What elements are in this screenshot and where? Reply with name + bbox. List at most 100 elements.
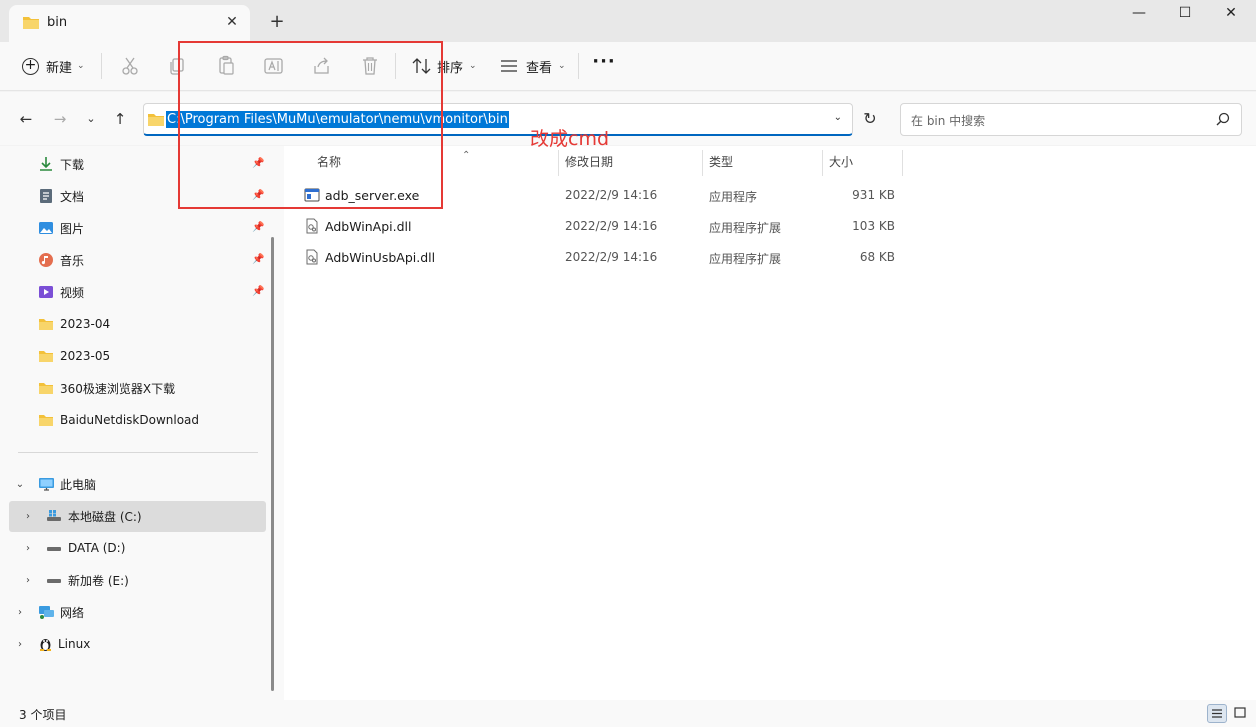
document-icon (40, 189, 52, 203)
sidebar-item-label: BaiduNetdiskDownload (60, 413, 200, 427)
drive-icon (47, 510, 61, 521)
tree-item-label: DATA (D:) (68, 541, 126, 555)
file-name: AdbWinApi.dll (325, 219, 412, 234)
tree-item-this-pc[interactable]: ⌄ 此电脑 (14, 469, 96, 499)
column-header-type[interactable]: 类型 (709, 152, 733, 182)
chevron-right-icon[interactable]: › (14, 639, 26, 650)
sidebar-item-label: 下载 (60, 157, 85, 172)
search-icon (1216, 112, 1230, 126)
sidebar-item-label: 音乐 (60, 253, 85, 268)
recent-locations-chevron-icon[interactable]: ⌄ (81, 109, 101, 129)
column-divider[interactable] (702, 150, 703, 176)
plus-circle-icon: + (22, 57, 39, 75)
sidebar-item-folder-baidu[interactable]: BaiduNetdiskDownload (38, 409, 199, 431)
tree-item-label: Linux (58, 637, 91, 651)
sidebar-item-label: 文档 (60, 189, 85, 204)
more-options-icon[interactable]: ··· (592, 53, 616, 78)
pictures-icon (39, 222, 53, 234)
sidebar-item-label: 360极速浏览器X下载 (60, 381, 176, 396)
sidebar-item-downloads[interactable]: 下载 (38, 153, 84, 175)
title-bar: bin ✕ + — ☐ ✕ (0, 0, 1256, 42)
column-header-label: 类型 (709, 155, 734, 169)
file-row[interactable]: AdbWinUsbApi.dll 2022/2/9 14:16 应用程序扩展 6… (284, 243, 1256, 274)
tiles-view-button[interactable] (1231, 704, 1251, 723)
folder-icon (39, 319, 53, 330)
address-dropdown-icon[interactable]: ⌄ (834, 112, 842, 123)
file-modified: 2022/2/9 14:16 (565, 219, 658, 233)
tree-item-linux[interactable]: › Linux (14, 629, 90, 659)
details-view-button[interactable] (1207, 704, 1227, 723)
search-box[interactable]: 在 bin 中搜索 (900, 103, 1242, 136)
sidebar-item-music[interactable]: 音乐 (38, 249, 84, 271)
annotation-text: 改成cmd (530, 128, 610, 150)
chevron-down-icon[interactable]: ⌄ (14, 479, 26, 490)
dll-icon (306, 218, 318, 234)
chevron-right-icon[interactable]: › (22, 575, 34, 586)
sidebar-scrollbar[interactable] (271, 237, 274, 691)
pin-icon[interactable]: 📌 (252, 222, 264, 234)
file-size: 103 KB (852, 219, 895, 233)
tab-title: bin (47, 15, 68, 30)
back-arrow-icon[interactable]: ← (16, 109, 36, 129)
sidebar-item-folder-360-downloads[interactable]: 360极速浏览器X下载 (38, 377, 175, 399)
tree-item-label: 新加卷 (E:) (68, 573, 129, 588)
sidebar-item-videos[interactable]: 视频 (38, 281, 84, 303)
close-window-button[interactable]: ✕ (1208, 0, 1254, 28)
column-header-label: 修改日期 (565, 155, 614, 169)
tab-bin[interactable]: bin ✕ (9, 5, 250, 42)
sidebar-item-label: 图片 (60, 221, 85, 236)
sidebar-item-documents[interactable]: 文档 (38, 185, 84, 207)
cut-icon[interactable] (118, 55, 142, 77)
file-row[interactable]: AdbWinApi.dll 2022/2/9 14:16 应用程序扩展 103 … (284, 212, 1256, 243)
folder-icon (39, 383, 53, 394)
column-header-modified[interactable]: 修改日期 (565, 152, 613, 182)
music-icon (39, 253, 53, 267)
sidebar-item-label: 2023-04 (60, 317, 111, 331)
tree-item-network[interactable]: › 网络 (14, 597, 84, 627)
tree-item-drive-d[interactable]: › DATA (D:) (22, 533, 125, 563)
network-icon (39, 605, 54, 619)
computer-icon (39, 477, 54, 491)
new-button[interactable]: + 新建 ⌄ (22, 54, 85, 78)
sidebar-item-folder-2023-05[interactable]: 2023-05 (38, 345, 110, 367)
toolbar-divider (578, 53, 579, 79)
forward-arrow-icon[interactable]: → (50, 109, 70, 129)
tree-item-drive-c[interactable]: › 本地磁盘 (C:) (22, 501, 142, 531)
sidebar-item-pictures[interactable]: 图片 (38, 217, 84, 239)
chevron-right-icon[interactable]: › (14, 607, 26, 618)
download-icon (40, 157, 52, 171)
pin-icon[interactable]: 📌 (252, 286, 264, 298)
file-type: 应用程序 (709, 190, 758, 204)
dll-icon (306, 249, 318, 265)
maximize-button[interactable]: ☐ (1162, 0, 1208, 28)
column-divider[interactable] (822, 150, 823, 176)
minimize-button[interactable]: — (1116, 0, 1162, 28)
chevron-right-icon[interactable]: › (22, 543, 34, 554)
drive-icon (47, 579, 61, 583)
file-type: 应用程序扩展 (709, 252, 782, 266)
file-size: 68 KB (859, 250, 895, 264)
search-placeholder: 在 bin 中搜索 (911, 114, 986, 128)
column-divider[interactable] (902, 150, 903, 176)
refresh-icon[interactable]: ↻ (860, 109, 880, 129)
navigation-pane: 下载 📌 文档 📌 图片 📌 音乐 📌 视频 📌 2023-04 2023-05… (0, 146, 284, 700)
up-arrow-icon[interactable]: ↑ (110, 109, 130, 129)
close-tab-icon[interactable]: ✕ (222, 12, 242, 32)
column-header-size[interactable]: 大小 (829, 152, 853, 182)
folder-icon (23, 17, 39, 29)
column-divider[interactable] (558, 150, 559, 176)
details-view-icon (1212, 709, 1222, 718)
sidebar-item-folder-2023-04[interactable]: 2023-04 (38, 313, 110, 335)
new-tab-button[interactable]: + (266, 11, 288, 33)
tree-item-label: 此电脑 (60, 477, 97, 492)
chevron-right-icon[interactable]: › (22, 511, 34, 522)
new-label: 新建 (46, 60, 73, 76)
tree-item-drive-e[interactable]: › 新加卷 (E:) (22, 565, 129, 595)
view-button[interactable]: 查看 ⌄ (500, 54, 566, 78)
file-type: 应用程序扩展 (709, 221, 782, 235)
sidebar-item-label: 视频 (60, 285, 85, 300)
chevron-down-icon: ⌄ (469, 61, 477, 71)
pin-icon[interactable]: 📌 (252, 254, 264, 266)
video-icon (39, 286, 53, 298)
item-count: 3 个项目 (19, 708, 67, 722)
